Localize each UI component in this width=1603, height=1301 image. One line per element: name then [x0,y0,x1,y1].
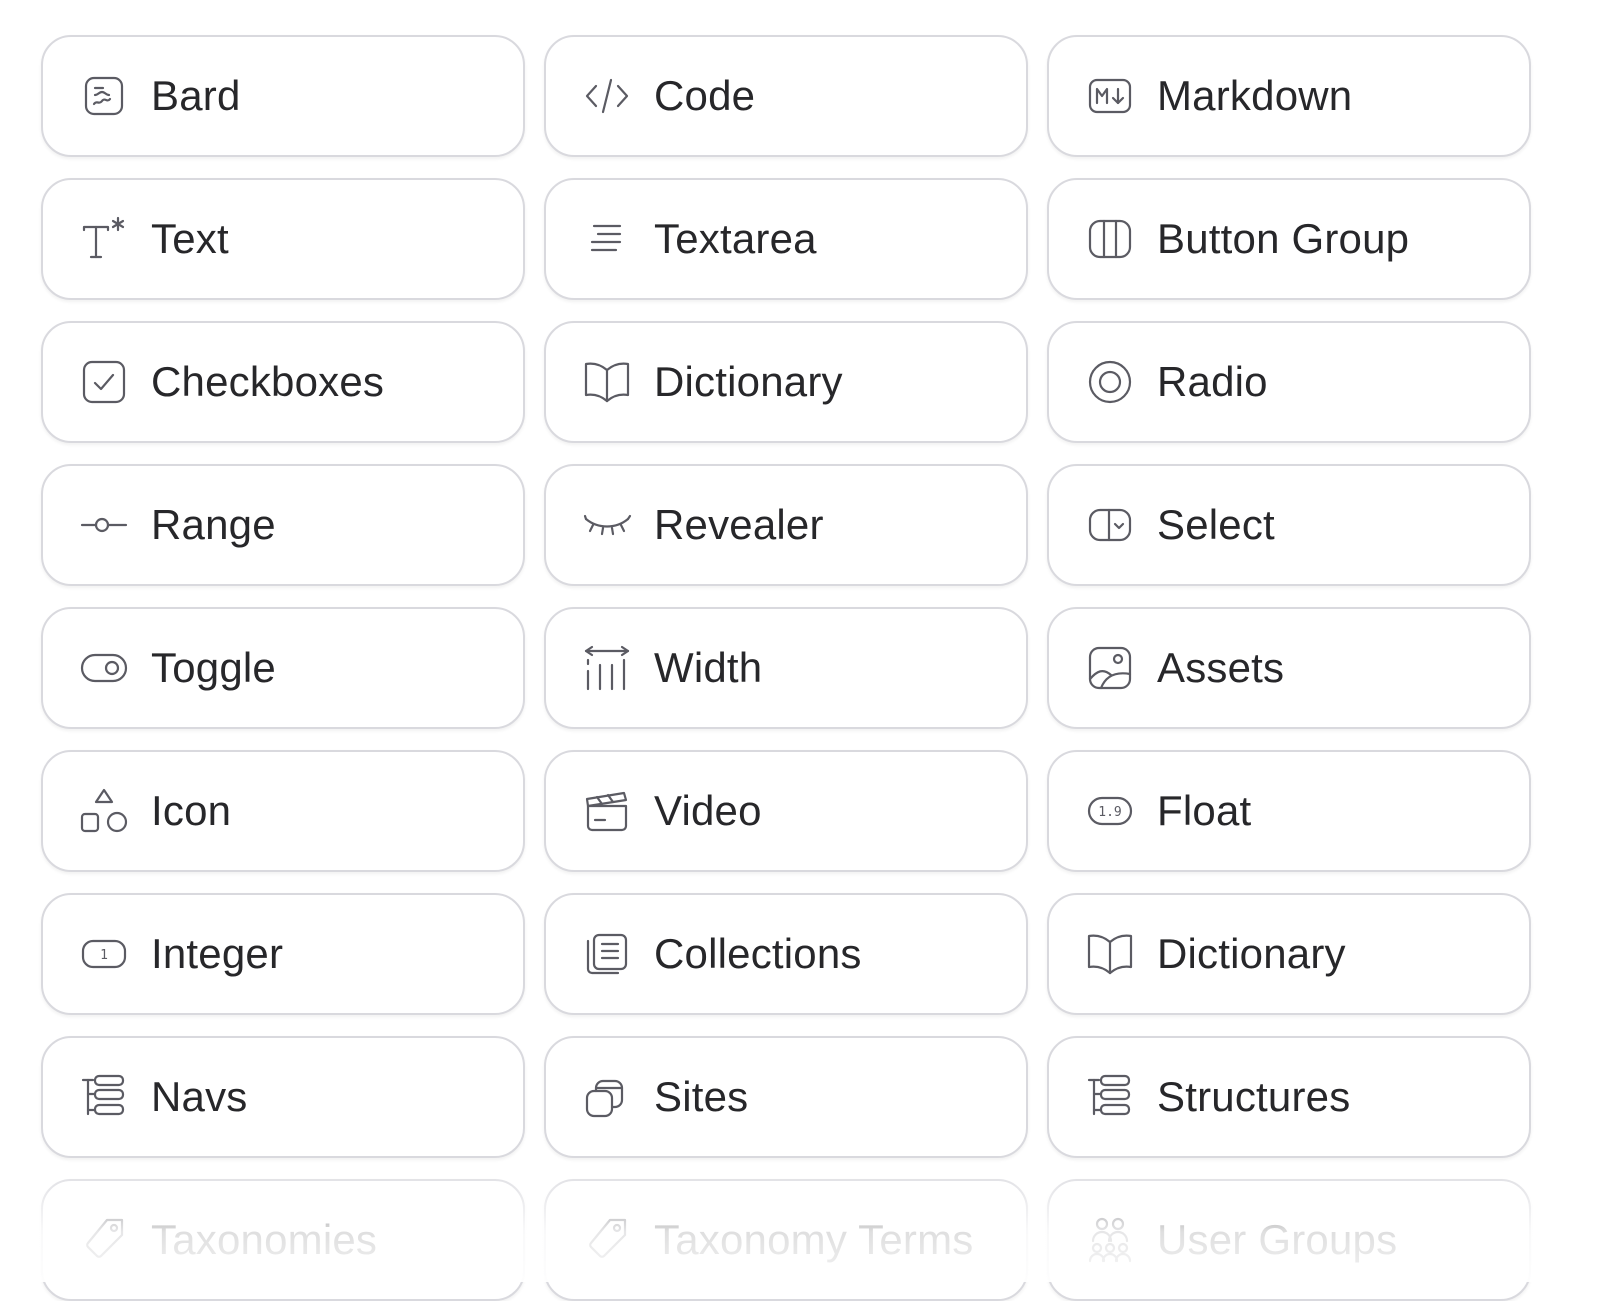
collections-icon [582,929,632,979]
fieldtype-label: Radio [1157,358,1268,405]
fieldtype-tile-dictionary[interactable]: Dictionary [544,321,1028,443]
fieldtype-tile-toggle[interactable]: Toggle [41,607,525,729]
fieldtype-label: Toggle [151,644,276,691]
fieldtype-label: Integer [151,930,284,977]
fieldtype-grid: Bard Code Markdown Text Textarea Button Group… [41,35,1579,1301]
fieldtype-label: Collections [654,930,862,977]
fieldtype-tile-dictionary[interactable]: Dictionary [1047,893,1531,1015]
shapes-icon [79,786,129,836]
fieldtype-label: Revealer [654,501,824,548]
book-icon [1085,929,1135,979]
fieldtype-tile-sites[interactable]: Sites [544,1036,1028,1158]
fieldtype-label: Structures [1157,1073,1351,1120]
fieldtype-label: Dictionary [1157,930,1346,977]
fieldtype-label: Bard [151,72,241,119]
fieldtype-label: Select [1157,501,1275,548]
eye-closed-icon [582,500,632,550]
fieldtype-label: Assets [1157,644,1285,691]
fieldtype-tile-taxonomy-terms[interactable]: Taxonomy Terms [544,1179,1028,1301]
fieldtype-label: Sites [654,1073,749,1120]
fieldtype-tile-video[interactable]: Video [544,750,1028,872]
fieldtype-label: Taxonomy Terms [654,1216,974,1263]
range-icon [79,500,129,550]
fieldtype-label: Button Group [1157,215,1410,262]
markdown-icon [1085,71,1135,121]
fieldtype-tile-icon[interactable]: Icon [41,750,525,872]
fieldtype-tile-assets[interactable]: Assets [1047,607,1531,729]
clapperboard-icon [582,786,632,836]
tree-icon [1085,1072,1135,1122]
select-icon [1085,500,1135,550]
sites-icon [582,1072,632,1122]
fieldtype-tile-float[interactable]: 1.9 Float [1047,750,1531,872]
fieldtype-label: Width [654,644,763,691]
code-icon [582,71,632,121]
fieldtype-tile-navs[interactable]: Navs [41,1036,525,1158]
svg-text:1.9: 1.9 [1098,805,1121,820]
fieldtype-tile-revealer[interactable]: Revealer [544,464,1028,586]
float-icon: 1.9 [1085,786,1135,836]
fieldtype-label: Taxonomies [151,1216,378,1263]
textarea-icon [582,214,632,264]
fieldtype-tile-width[interactable]: Width [544,607,1028,729]
fieldtype-label: Icon [151,787,232,834]
fieldtype-label: Float [1157,787,1252,834]
fieldtype-label: User Groups [1157,1216,1398,1263]
fieldtype-tile-taxonomies[interactable]: Taxonomies [41,1179,525,1301]
tag-icon [79,1215,129,1265]
fieldtype-label: Range [151,501,276,548]
fieldtype-tile-user-groups[interactable]: User Groups [1047,1179,1531,1301]
fieldtype-tile-bard[interactable]: Bard [41,35,525,157]
fieldtype-tile-integer[interactable]: 1 Integer [41,893,525,1015]
tree-icon [79,1072,129,1122]
fieldtype-tile-collections[interactable]: Collections [544,893,1028,1015]
fieldtype-label: Text [151,215,229,262]
fieldtype-label: Navs [151,1073,248,1120]
tag-icon [582,1215,632,1265]
fieldtype-tile-checkboxes[interactable]: Checkboxes [41,321,525,443]
fieldtype-label: Dictionary [654,358,843,405]
fieldtype-label: Code [654,72,756,119]
fieldtype-tile-select[interactable]: Select [1047,464,1531,586]
integer-icon: 1 [79,929,129,979]
button-group-icon [1085,214,1135,264]
fieldtype-tile-structures[interactable]: Structures [1047,1036,1531,1158]
book-icon [582,357,632,407]
fieldtype-tile-button-group[interactable]: Button Group [1047,178,1531,300]
svg-text:1: 1 [100,948,108,963]
width-icon [582,643,632,693]
fieldtype-label: Textarea [654,215,817,262]
fieldtype-tile-code[interactable]: Code [544,35,1028,157]
fieldtype-label: Video [654,787,762,834]
fieldtype-label: Checkboxes [151,358,385,405]
text-icon [79,214,129,264]
radio-icon [1085,357,1135,407]
fieldtype-tile-textarea[interactable]: Textarea [544,178,1028,300]
checkbox-icon [79,357,129,407]
fieldtype-tile-range[interactable]: Range [41,464,525,586]
toggle-icon [79,643,129,693]
fieldtype-tile-radio[interactable]: Radio [1047,321,1531,443]
assets-icon [1085,643,1135,693]
fieldtype-tile-text[interactable]: Text [41,178,525,300]
bard-icon [79,71,129,121]
user-groups-icon [1085,1215,1135,1265]
fieldtype-tile-markdown[interactable]: Markdown [1047,35,1531,157]
fieldtype-label: Markdown [1157,72,1353,119]
